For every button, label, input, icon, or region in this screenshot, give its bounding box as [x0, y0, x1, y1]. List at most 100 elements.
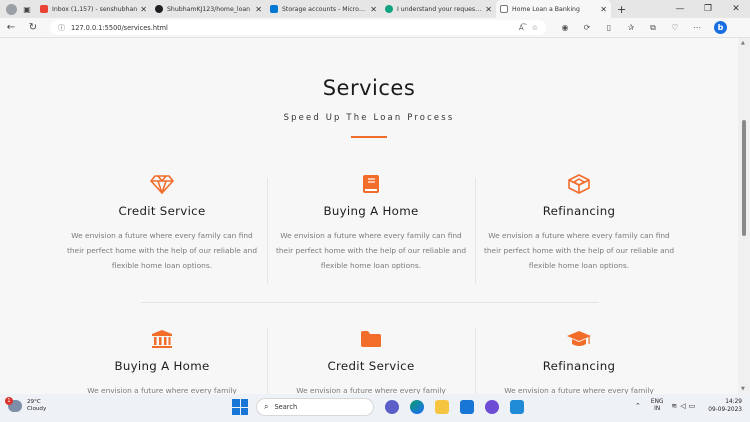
- profile-button[interactable]: [0, 0, 18, 18]
- meet-app-icon[interactable]: [385, 400, 399, 414]
- page-title: Services: [322, 76, 416, 100]
- site-info-icon[interactable]: ⓘ: [58, 23, 65, 33]
- restore-button[interactable]: ❐: [694, 4, 722, 14]
- card-description: We envision a future where every family …: [483, 231, 675, 270]
- card-title: Refinancing: [542, 359, 616, 373]
- clock[interactable]: 14:29 09-09-2023: [708, 398, 742, 414]
- more-menu-icon[interactable]: ⋯: [686, 23, 708, 32]
- read-aloud-icon[interactable]: A͡: [519, 24, 524, 32]
- service-card: Credit Service We envision a future wher…: [58, 173, 266, 273]
- page-viewport: Services Speed Up The Loan Process Credi…: [0, 38, 738, 394]
- bing-copilot-icon[interactable]: b: [714, 21, 727, 34]
- diamond-icon: [58, 173, 266, 195]
- card-description: We envision a future where every family …: [66, 231, 258, 270]
- system-tray: ⌃ ENG IN ≋◁▭ 14:29 09-09-2023: [635, 398, 742, 414]
- address-bar-row: ← ↻ ⓘ 127.0.0.1:5500/services.html A͡ ☆ …: [0, 18, 750, 38]
- card-title: Buying A Home: [323, 204, 419, 218]
- taskbar-apps: ⌕ Search: [232, 398, 524, 416]
- card-title: Buying A Home: [114, 359, 210, 373]
- extensions-puzzle-icon[interactable]: ⟳: [576, 23, 598, 32]
- page-subtitle: Speed Up The Loan Process: [283, 112, 455, 122]
- extension-icon[interactable]: ◉: [554, 23, 576, 32]
- cube-icon: [475, 173, 683, 195]
- service-card: Buying A Home We envision a future where…: [267, 173, 475, 273]
- page-icon: [500, 5, 508, 13]
- tab-label: Home Loan a Banking: [512, 5, 580, 13]
- back-button[interactable]: ←: [0, 22, 22, 33]
- tab-label: Storage accounts - Microsoft: [282, 5, 368, 13]
- tab-gmail[interactable]: Inbox (1,157) - senshubhan ✕: [36, 0, 151, 18]
- service-card: Refinancing We envision a future where e…: [475, 328, 683, 394]
- favorite-star-icon[interactable]: ☆: [532, 24, 538, 32]
- tray-overflow-chevron-icon[interactable]: ⌃: [635, 402, 641, 410]
- cloud-icon: 1: [5, 397, 22, 412]
- title-underline: [351, 136, 387, 138]
- close-tab-icon[interactable]: ✕: [255, 5, 262, 14]
- card-description: We envision a future where every family: [87, 386, 237, 394]
- file-explorer-icon[interactable]: [435, 400, 449, 414]
- refresh-button[interactable]: ↻: [22, 22, 44, 33]
- card-description: We envision a future where every family …: [275, 231, 467, 270]
- tab-home-loan[interactable]: Home Loan a Banking ✕: [496, 0, 611, 18]
- new-tab-button[interactable]: +: [617, 3, 626, 16]
- scroll-down-arrow-icon[interactable]: ▼: [741, 386, 745, 392]
- folder-icon: [267, 328, 475, 350]
- windows-start-icon[interactable]: [232, 399, 248, 415]
- tab-actions-button[interactable]: ▣: [18, 0, 36, 18]
- language-indicator[interactable]: ENG IN: [651, 399, 664, 413]
- card-description: We envision a future where every family: [296, 386, 446, 394]
- tab-label: ShubhamKJ123/home_loan: [167, 5, 251, 13]
- taskbar-search[interactable]: ⌕ Search: [256, 398, 374, 416]
- notification-badge: 1: [5, 397, 13, 405]
- url-field[interactable]: ⓘ 127.0.0.1:5500/services.html A͡ ☆: [50, 20, 546, 35]
- url-text: 127.0.0.1:5500/services.html: [71, 23, 168, 32]
- service-card: Refinancing We envision a future where e…: [475, 173, 683, 273]
- close-tab-icon[interactable]: ✕: [485, 5, 492, 14]
- graduation-cap-icon: [475, 328, 683, 350]
- clock-date: 09-09-2023: [708, 407, 742, 413]
- mail-icon[interactable]: [460, 400, 474, 414]
- clock-time: 14:29: [725, 399, 742, 405]
- tab-label: I understand your request. I: [397, 5, 483, 13]
- close-tab-icon[interactable]: ✕: [600, 5, 607, 14]
- window-controls: — ❐ ✕: [666, 0, 750, 18]
- media-player-icon[interactable]: [485, 400, 499, 414]
- gmail-icon: [40, 5, 48, 13]
- bank-icon: [58, 328, 266, 350]
- weather-widget[interactable]: 1 29°C Cloudy: [5, 397, 47, 413]
- profile-avatar-icon: [5, 3, 17, 15]
- card-title: Credit Service: [327, 359, 415, 373]
- close-tab-icon[interactable]: ✕: [140, 5, 147, 14]
- vscode-icon[interactable]: [510, 400, 524, 414]
- edge-browser-icon[interactable]: [410, 400, 424, 414]
- minimize-button[interactable]: —: [666, 4, 694, 14]
- card-title: Credit Service: [118, 204, 206, 218]
- close-tab-icon[interactable]: ✕: [370, 5, 377, 14]
- wifi-volume-battery-icons[interactable]: ≋◁▭: [671, 402, 698, 410]
- page-scrollbar[interactable]: ▲ ▼: [738, 38, 750, 394]
- collections-icon[interactable]: ⧉: [642, 23, 664, 33]
- scrollbar-thumb[interactable]: [742, 120, 746, 236]
- tab-github[interactable]: ShubhamKJ123/home_loan ✕: [151, 0, 266, 18]
- chatgpt-icon: [385, 5, 393, 13]
- close-window-button[interactable]: ✕: [722, 4, 750, 14]
- weather-temperature: 29°C: [27, 399, 41, 405]
- card-description: We envision a future where every family: [504, 386, 654, 394]
- service-card: Credit Service We envision a future wher…: [267, 328, 475, 394]
- book-icon: [267, 173, 475, 195]
- search-placeholder: Search: [274, 403, 298, 411]
- row-divider: [141, 302, 599, 303]
- weather-condition: Cloudy: [27, 406, 47, 412]
- azure-icon: [270, 5, 278, 13]
- service-card: Buying A Home We envision a future where…: [58, 328, 266, 394]
- card-title: Refinancing: [542, 204, 616, 218]
- windows-taskbar: 1 29°C Cloudy ⌕ Search ⌃ ENG IN ≋◁▭ 14:2…: [0, 394, 750, 422]
- favorites-icon[interactable]: ✰: [620, 23, 642, 32]
- tab-chatgpt[interactable]: I understand your request. I ✕: [381, 0, 496, 18]
- browser-essentials-icon[interactable]: ♡: [664, 23, 686, 32]
- browser-tab-strip: ▣ Inbox (1,157) - senshubhan ✕ ShubhamKJ…: [0, 0, 750, 18]
- split-screen-icon[interactable]: ▯: [598, 23, 620, 32]
- scroll-up-arrow-icon[interactable]: ▲: [741, 40, 745, 46]
- tab-azure-storage[interactable]: Storage accounts - Microsoft ✕: [266, 0, 381, 18]
- tab-label: Inbox (1,157) - senshubhan: [52, 5, 138, 13]
